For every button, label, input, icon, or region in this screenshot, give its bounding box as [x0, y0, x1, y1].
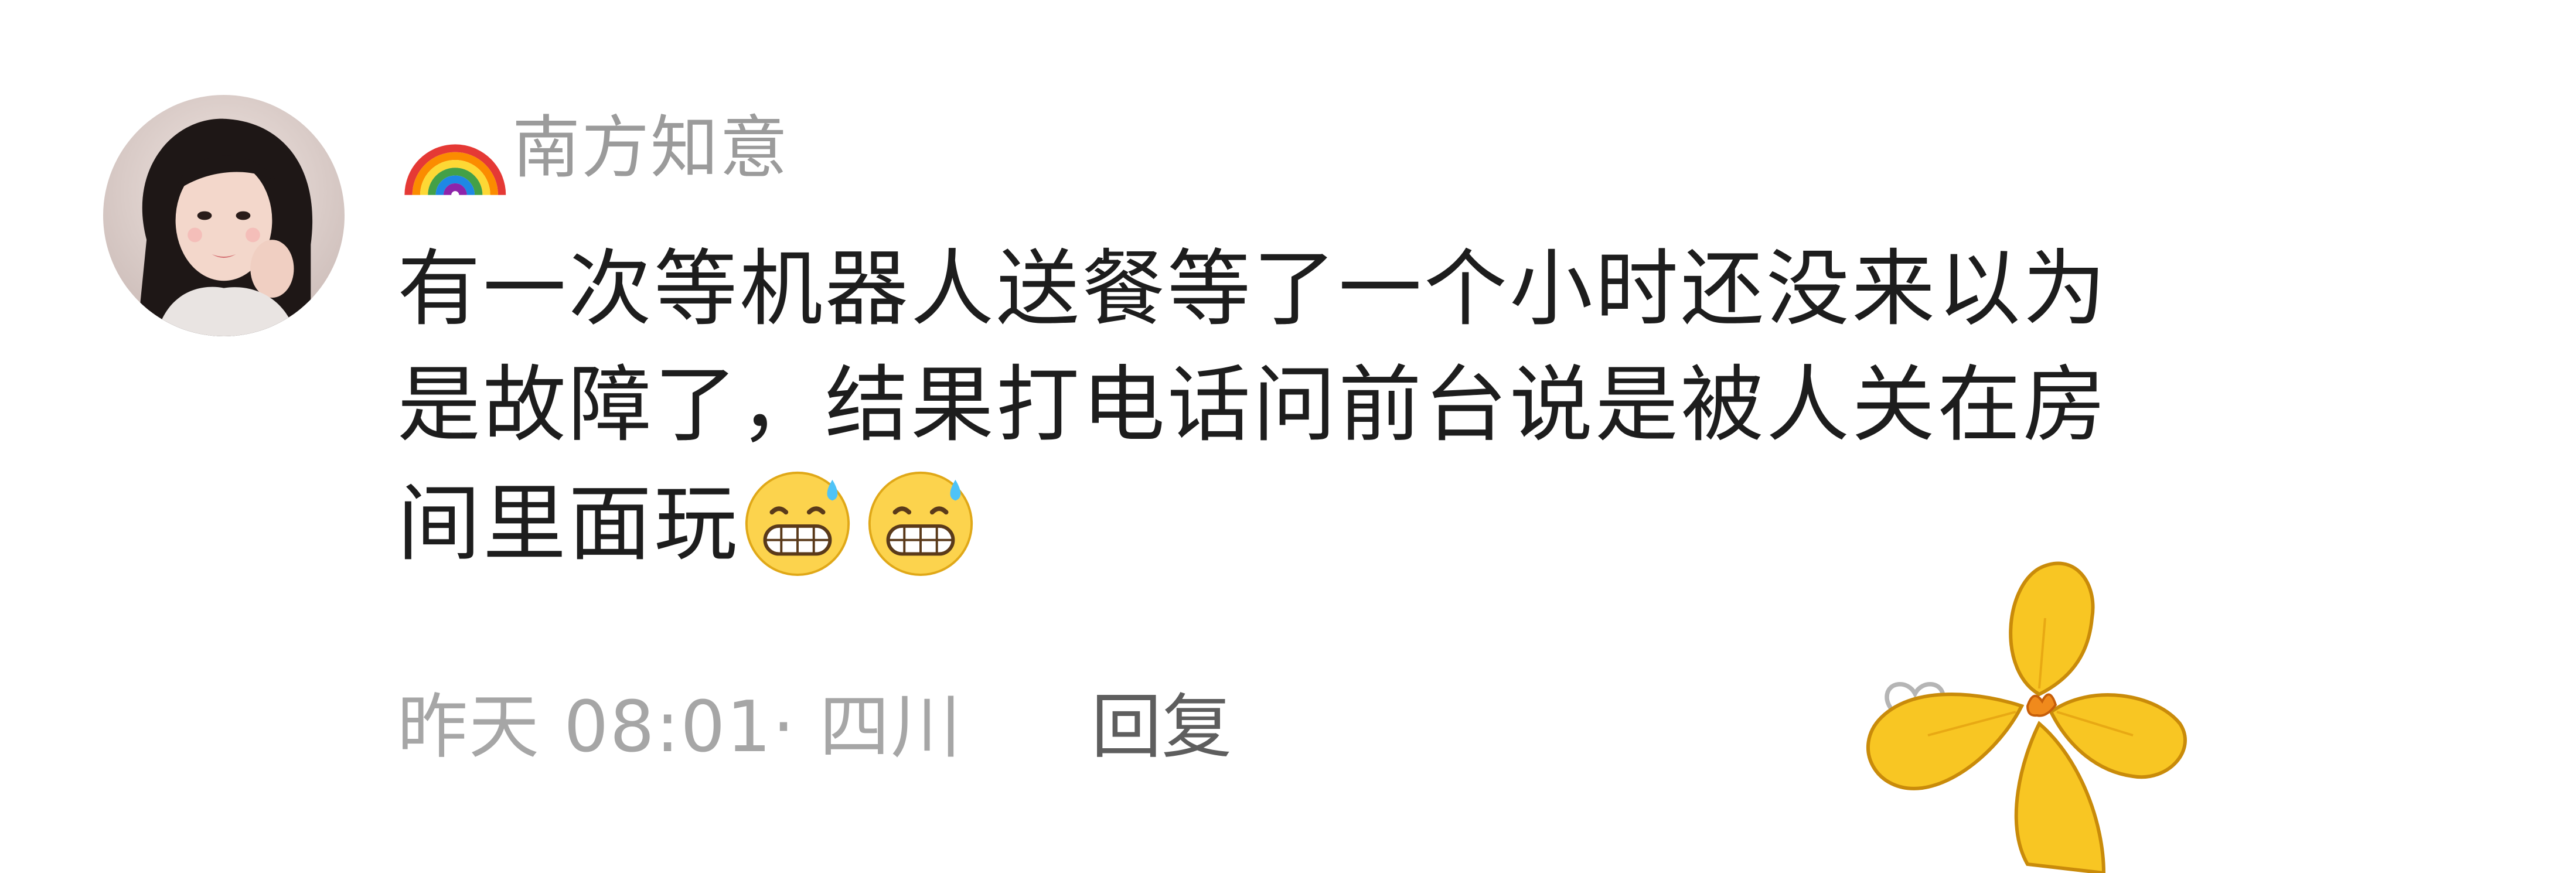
yellow-flower-sticker-icon: [1866, 561, 2187, 873]
user-avatar[interactable]: [103, 95, 345, 336]
user-avatar-photo: [103, 95, 345, 336]
comment-line: 有一次等机器人送餐等了一个小时还没来以为: [397, 241, 2108, 337]
comment-line: 间里面玩: [397, 476, 740, 572]
grimacing-sweat-emoji-icon: [868, 471, 973, 577]
username[interactable]: 南方知意: [512, 114, 789, 182]
reply-button[interactable]: 回复: [1091, 670, 1232, 772]
comment-line: 是故障了，结果打电话问前台说是被人关在房: [397, 357, 2108, 453]
time-location: 昨天 08:01· 四川: [397, 687, 963, 768]
rainbow-icon: [404, 144, 506, 196]
comment-meta: 昨天 08:01· 四川 回复: [397, 674, 1232, 768]
grimacing-sweat-emoji-icon: [745, 471, 850, 577]
comment-body: 有一次等机器人送餐等了一个小时还没来以为 是故障了，结果打电话问前台说是被人关在房…: [397, 231, 2401, 582]
username-row: 南方知意: [397, 93, 789, 204]
